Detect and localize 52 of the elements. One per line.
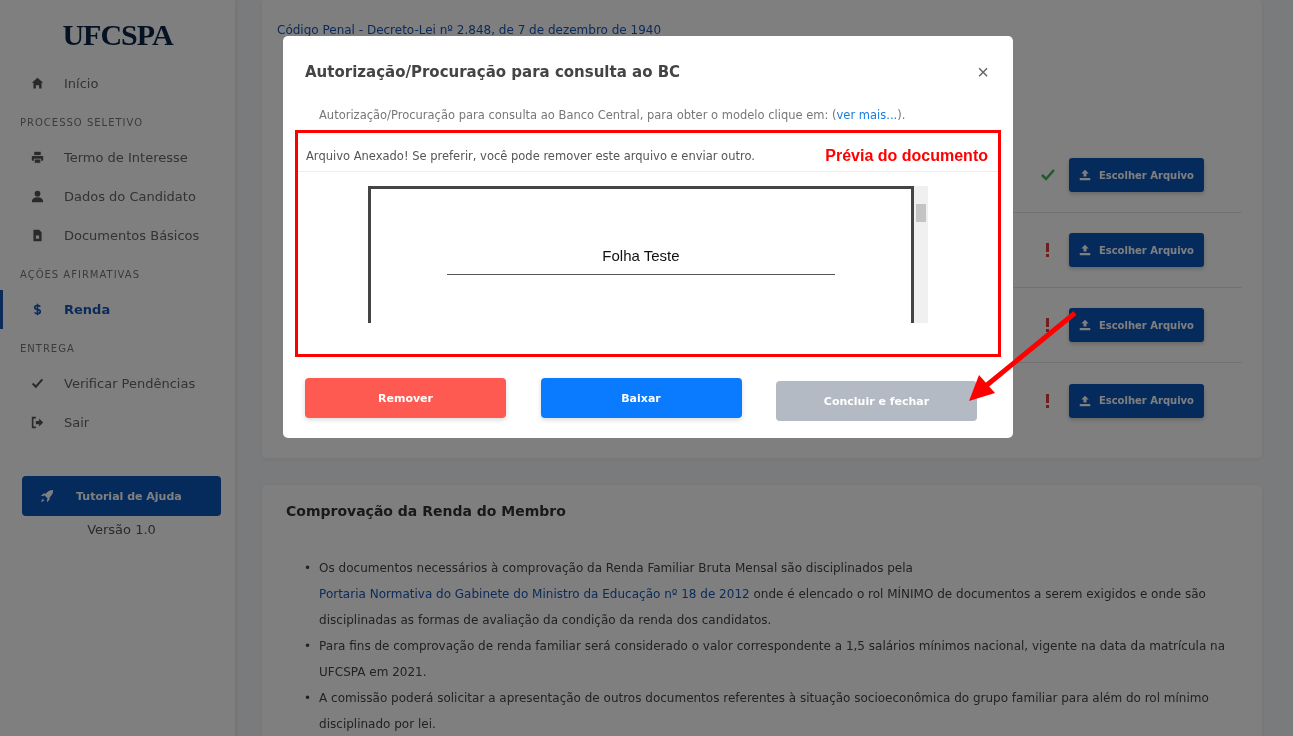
modal-description: Autorização/Procuração para consulta ao Banco Central, para obter o modelo clique em: (ver mais...). bbox=[318, 108, 907, 124]
download-button[interactable]: Baixar bbox=[540, 378, 742, 418]
upload-icon bbox=[1078, 244, 1091, 256]
upload-icon bbox=[1078, 319, 1091, 331]
choose-file-button[interactable]: Escolher Arquivo bbox=[1068, 158, 1204, 192]
sidebar-item[interactable]: Documentos Básicos bbox=[0, 216, 235, 255]
version-text: Versão 1.0 bbox=[86, 522, 157, 537]
menu-item-icon bbox=[31, 303, 44, 316]
ordinance-link[interactable]: Portaria Normativa do Gabinete do Ministro da Educação nº 18 de 2012 bbox=[319, 587, 750, 601]
annotation-label: Prévia do documento bbox=[825, 147, 988, 165]
sidebar-item[interactable]: Dados do Candidato bbox=[0, 177, 235, 216]
choose-file-button[interactable]: Escolher Arquivo bbox=[1068, 233, 1204, 267]
legal-link[interactable]: Código Penal - Decreto-Lei nº 2.848, de 7 de dezembro de 1940 bbox=[277, 23, 662, 37]
exclamation-icon bbox=[1046, 393, 1050, 408]
bullet-marker: • bbox=[304, 560, 312, 577]
exclamation-icon bbox=[1046, 318, 1050, 332]
help-button[interactable]: Tutorial de Ajuda bbox=[22, 476, 221, 516]
section-title: Comprovação da Renda do Membro bbox=[286, 503, 567, 519]
remove-button[interactable]: Remover bbox=[305, 378, 506, 418]
modal-title: Autorização/Procuração para consulta ao BC bbox=[305, 63, 681, 81]
rocket-icon bbox=[40, 489, 54, 503]
check-icon bbox=[1039, 167, 1056, 183]
menu-item-icon bbox=[31, 77, 44, 90]
menu-item-icon bbox=[31, 151, 44, 164]
attached-notice: Arquivo Anexado! Se preferir, você pode remover este arquivo e enviar outro. bbox=[306, 149, 755, 163]
sidebar-heading: ENTREGA bbox=[19, 342, 76, 356]
see-more-link[interactable]: ver mais... bbox=[836, 108, 898, 122]
upload-icon bbox=[1078, 169, 1091, 181]
scrollbar[interactable] bbox=[914, 186, 928, 323]
bullet-text: A comissão poderá solicitar a apresentação de outros documentos referentes à situação socioeconômica do grupo familiar para além do rol mínimo disciplinado por lei. bbox=[319, 690, 1210, 733]
sidebar-heading: AÇÕES AFIRMATIVAS bbox=[19, 267, 141, 282]
bullet-marker: • bbox=[304, 690, 312, 707]
logo-text: UFCSPA bbox=[62, 18, 173, 52]
exclamation-icon bbox=[1046, 243, 1050, 257]
choose-file-button[interactable]: Escolher Arquivo bbox=[1068, 308, 1204, 342]
sidebar-item[interactable]: Termo de Interesse bbox=[0, 138, 235, 177]
sidebar-item[interactable]: Verificar Pendências bbox=[0, 364, 235, 403]
close-button[interactable]: × bbox=[977, 60, 989, 84]
menu-item-icon bbox=[31, 377, 44, 390]
sidebar-item[interactable]: Renda bbox=[0, 290, 235, 329]
sidebar-heading: PROCESSO SELETIVO bbox=[19, 116, 145, 130]
bullet-text: Os documentos necessários à comprovação da Renda Familiar Bruta Mensal são disciplinados pela Portaria Normativa do Gabinete do Ministro da Educação nº 18 de 2012 onde é elencado o rol MÍNIMO de documentos a serem exigidos e onde são disciplinadas as formas de avaliação da condição da renda dos candidatos. bbox=[319, 560, 1207, 629]
document-heading: Folha Teste bbox=[602, 247, 680, 264]
upload-icon bbox=[1078, 394, 1091, 407]
bullet-text: Para fins de comprovação de renda familiar será considerado o valor correspondente a 1,5 salários mínimos nacional, vigente na data da matrícula na UFCSPA em 2021. bbox=[319, 638, 1226, 681]
menu-item-icon bbox=[31, 229, 44, 242]
sidebar-item[interactable]: Sair bbox=[0, 403, 235, 442]
bullet-marker: • bbox=[304, 638, 312, 655]
menu-item-icon bbox=[31, 190, 44, 203]
menu-item-icon bbox=[31, 416, 44, 429]
choose-file-button[interactable]: Escolher Arquivo bbox=[1068, 383, 1204, 418]
sidebar-item[interactable]: Início bbox=[0, 64, 235, 103]
